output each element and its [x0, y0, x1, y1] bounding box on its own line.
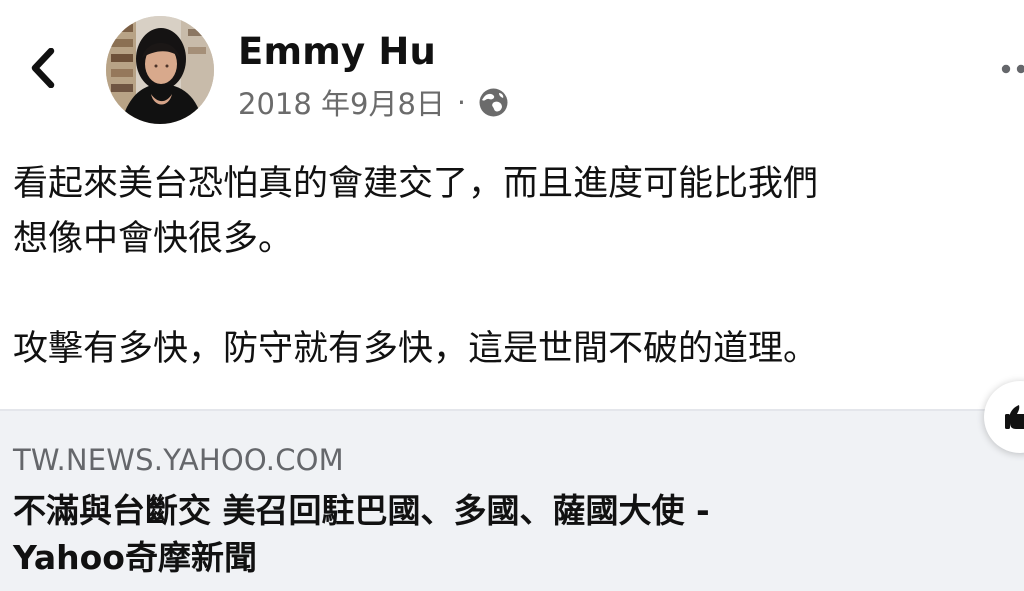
preview-title-line: 不滿與台斷交 美召回駐巴國、多國、薩國大使 -: [13, 491, 710, 530]
post-header: Emmy Hu 2018 年9月8日 ·: [0, 0, 1024, 140]
post-text-line: 想像中會快很多。: [13, 219, 294, 259]
post-body: 看起來美台恐怕真的會建交了，而且進度可能比我們 想像中會快很多。 攻擊有多快，防…: [13, 157, 1024, 377]
avatar[interactable]: [106, 16, 214, 124]
post-text-line: 看起來美台恐怕真的會建交了，而且進度可能比我們: [13, 164, 819, 204]
post-meta: 2018 年9月8日 ·: [238, 82, 509, 122]
globe-icon[interactable]: [478, 87, 509, 118]
preview-domain: TW.NEWS.YAHOO.COM: [13, 443, 344, 477]
back-button[interactable]: [18, 40, 68, 96]
more-options-button[interactable]: [996, 52, 1024, 86]
preview-title[interactable]: 不滿與台斷交 美召回駐巴國、多國、薩國大使 - Yahoo奇摩新聞: [13, 487, 973, 581]
preview-title-line: Yahoo奇摩新聞: [13, 538, 257, 577]
post-timestamp[interactable]: 2018 年9月8日: [238, 81, 445, 123]
reaction-icon: [1005, 405, 1024, 429]
link-preview[interactable]: TW.NEWS.YAHOO.COM 不滿與台斷交 美召回駐巴國、多國、薩國大使 …: [0, 411, 1024, 591]
meta-separator: ·: [456, 85, 466, 119]
chevron-left-icon: [31, 48, 55, 88]
author-name[interactable]: Emmy Hu: [238, 30, 436, 73]
post-text-line: 攻擊有多快，防守就有多快，這是世間不破的道理。: [13, 329, 819, 369]
more-options-icon: [1001, 64, 1024, 74]
profile-photo: [106, 16, 214, 124]
